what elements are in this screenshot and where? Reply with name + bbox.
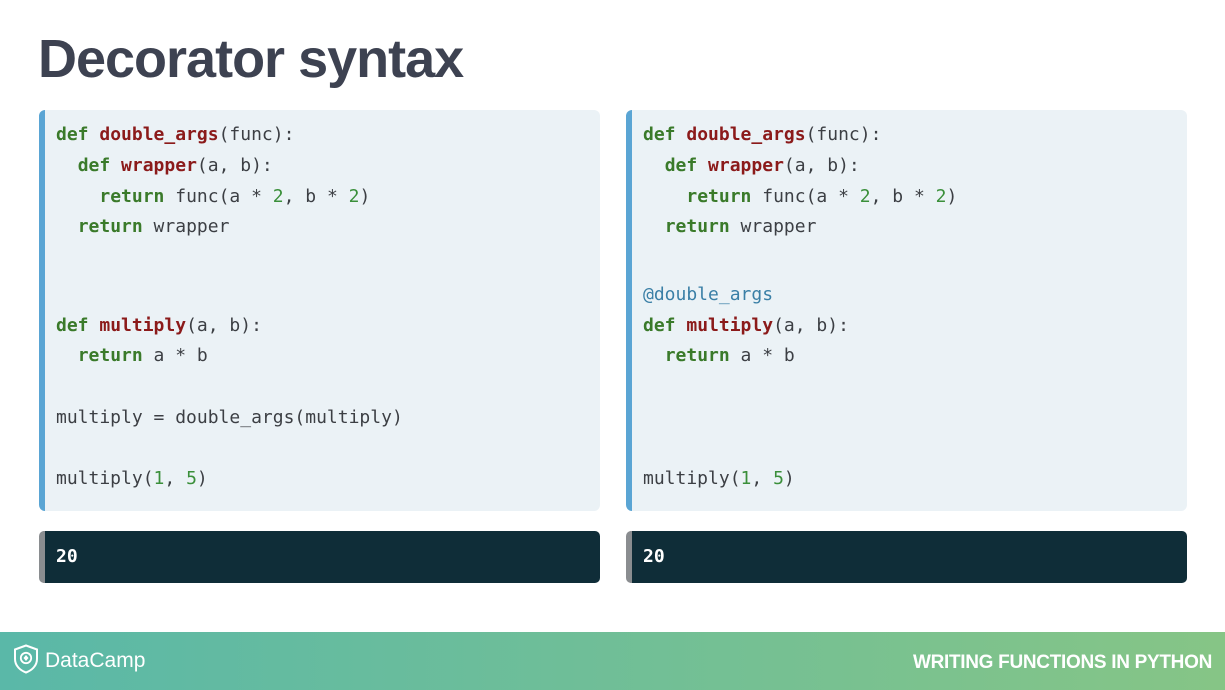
output-block-right: 20	[626, 531, 1187, 583]
code-line: def double_args(func):	[56, 124, 294, 146]
output-block-left: 20	[39, 531, 600, 583]
code-text: (a, b):	[196, 155, 273, 176]
code-line: return func(a * 2, b * 2)	[56, 186, 370, 208]
number-literal: 2	[348, 186, 360, 207]
code-line: return wrapper	[56, 216, 230, 238]
code-line: multiply(1, 5)	[56, 468, 208, 490]
keyword: return	[664, 216, 730, 237]
code-line: def wrapper(a, b):	[56, 155, 273, 177]
function-name: wrapper	[708, 155, 784, 176]
keyword: def	[56, 124, 89, 145]
code-text: )	[359, 186, 371, 207]
number-literal: 1	[740, 468, 752, 489]
keyword: return	[99, 186, 165, 207]
keyword: def	[643, 315, 676, 336]
keyword: def	[56, 315, 89, 336]
function-name: double_args	[99, 124, 219, 145]
code-text: , b *	[870, 186, 936, 207]
code-block-left: def double_args(func): def wrapper(a, b)…	[39, 110, 600, 511]
function-name: double_args	[686, 124, 806, 145]
datacamp-logo: DataCamp	[13, 644, 146, 678]
code-text: a * b	[142, 345, 208, 366]
keyword: return	[77, 345, 143, 366]
keyword: return	[77, 216, 143, 237]
code-line: @double_args	[643, 284, 773, 306]
number-literal: 5	[773, 468, 784, 489]
code-text: ,	[751, 468, 774, 489]
code-text: multiply(	[56, 468, 154, 489]
number-literal: 2	[935, 186, 947, 207]
output-text: 20	[643, 546, 665, 567]
code-line: def wrapper(a, b):	[643, 155, 860, 177]
code-line: return a * b	[643, 345, 795, 367]
keyword: return	[686, 186, 752, 207]
code-text: )	[783, 468, 795, 489]
code-line: return func(a * 2, b * 2)	[643, 186, 957, 208]
number-literal: 2	[859, 186, 871, 207]
code-text: )	[946, 186, 958, 207]
code-line: multiply(1, 5)	[643, 468, 795, 490]
function-name: multiply	[686, 315, 774, 336]
code-line: return wrapper	[643, 216, 817, 238]
decorator: @double_args	[643, 284, 774, 305]
keyword: def	[643, 124, 676, 145]
code-line: multiply = double_args(multiply)	[56, 407, 403, 429]
code-text: )	[196, 468, 208, 489]
number-literal: 2	[272, 186, 284, 207]
code-text: ,	[164, 468, 187, 489]
datacamp-shield-icon	[13, 644, 39, 678]
code-text: (a, b):	[783, 155, 860, 176]
number-literal: 1	[153, 468, 165, 489]
function-name: wrapper	[121, 155, 197, 176]
code-text: multiply = double_args(multiply)	[56, 407, 403, 428]
code-text: multiply(	[643, 468, 741, 489]
output-text: 20	[56, 546, 78, 567]
brand-name: DataCamp	[45, 649, 146, 672]
footer-bar: DataCamp WRITING FUNCTIONS IN PYTHON	[0, 632, 1225, 690]
code-line: def double_args(func):	[643, 124, 881, 146]
keyword: def	[664, 155, 698, 176]
keyword: def	[77, 155, 111, 176]
code-line: def multiply(a, b):	[643, 315, 849, 337]
code-text: , b *	[283, 186, 349, 207]
code-text: (a, b):	[186, 315, 262, 336]
code-line: return a * b	[56, 345, 208, 367]
code-text: a * b	[729, 345, 795, 366]
slide-title: Decorator syntax	[38, 29, 464, 89]
code-text: (a, b):	[773, 315, 849, 336]
course-title: WRITING FUNCTIONS IN PYTHON	[912, 652, 1212, 673]
code-text: func(a *	[164, 186, 273, 207]
code-block-right: def double_args(func): def wrapper(a, b)…	[626, 110, 1187, 511]
keyword: return	[664, 345, 730, 366]
code-line: def multiply(a, b):	[56, 315, 262, 337]
number-literal: 5	[186, 468, 197, 489]
code-text: func(a *	[751, 186, 860, 207]
code-text: wrapper	[729, 216, 817, 237]
function-name: multiply	[99, 315, 187, 336]
code-text: (func):	[218, 124, 295, 145]
code-text: (func):	[805, 124, 882, 145]
code-text: wrapper	[142, 216, 230, 237]
